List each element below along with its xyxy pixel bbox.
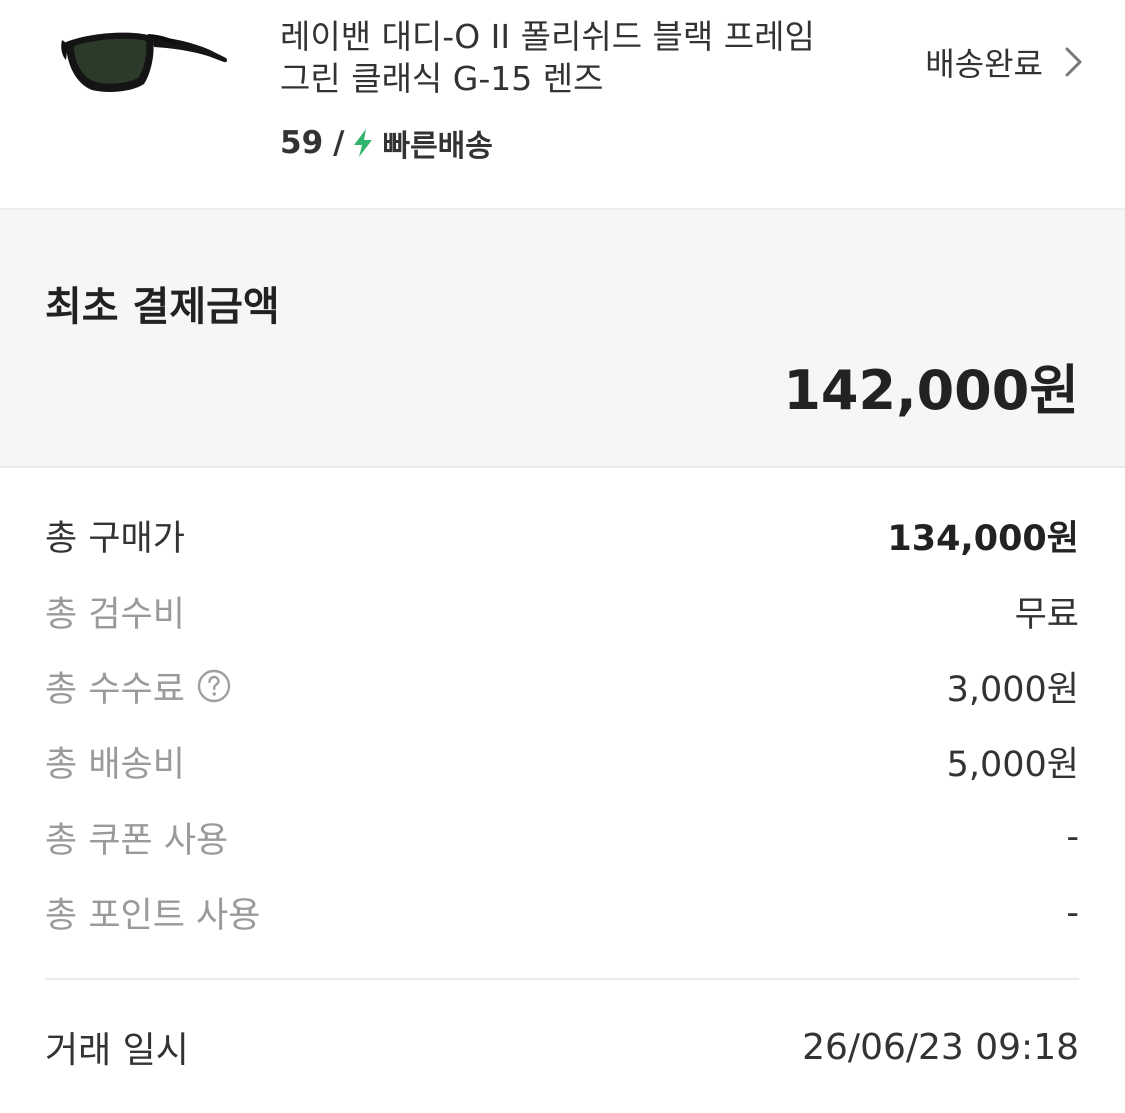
trade-datetime-label: 거래 일시	[45, 1030, 189, 1071]
meta-separator: /	[333, 125, 345, 161]
delivery-status-link[interactable]: 배송완료	[925, 40, 1085, 84]
row-label-wrap: 총 수수료	[45, 661, 231, 712]
section-divider	[45, 978, 1079, 980]
delivery-status-text: 배송완료	[925, 45, 1043, 83]
row-label: 총 포인트 사용	[45, 896, 261, 937]
initial-payment-amount: 142,000원	[783, 359, 1079, 422]
product-image	[61, 32, 228, 92]
initial-payment-section: 최초 결제금액 142,000원	[0, 210, 1125, 468]
row-value: 5,000원	[946, 745, 1079, 786]
row-value: -	[1066, 892, 1079, 933]
trade-datetime-value: 26/06/23 09:18	[802, 1026, 1079, 1068]
row-total-purchase: 총 구매가 134,000원	[45, 498, 1079, 573]
row-points-used: 총 포인트 사용 -	[45, 875, 1079, 950]
lightning-icon	[354, 129, 373, 157]
product-size: 59	[280, 125, 324, 161]
row-value: 134,000원	[887, 519, 1079, 560]
row-shipping-fee: 총 배송비 5,000원	[45, 724, 1079, 799]
product-summary: 레이밴 대디-O II 폴리쉬드 블랙 프레임 그린 클래식 G-15 렌즈 5…	[0, 0, 1125, 210]
question-circle-icon[interactable]	[197, 669, 231, 703]
row-label: 총 검수비	[45, 594, 185, 635]
chevron-right-icon	[1065, 47, 1082, 77]
product-meta: 59 / 빠른배송	[280, 122, 493, 164]
fast-shipping-badge: 빠른배송	[382, 129, 493, 164]
row-inspection-fee: 총 검수비 무료	[45, 573, 1079, 648]
product-title-line1: 레이밴 대디-O II 폴리쉬드 블랙 프레임	[280, 17, 815, 56]
row-value: 3,000원	[946, 669, 1079, 710]
initial-payment-label: 최초 결제금액	[45, 284, 280, 330]
row-value: 무료	[1014, 594, 1079, 635]
product-title[interactable]: 레이밴 대디-O II 폴리쉬드 블랙 프레임 그린 클래식 G-15 렌즈	[280, 16, 850, 100]
row-value: -	[1066, 817, 1079, 858]
row-label: 총 쿠폰 사용	[45, 820, 229, 861]
payment-breakdown: 총 구매가 134,000원 총 검수비 무료 총 수수료 3,000원 총 배…	[45, 498, 1079, 950]
product-title-line2: 그린 클래식 G-15 렌즈	[280, 59, 604, 98]
row-coupon-used: 총 쿠폰 사용 -	[45, 800, 1079, 875]
trade-datetime-row: 거래 일시 26/06/23 09:18	[45, 1018, 1079, 1076]
row-label: 총 배송비	[45, 745, 185, 786]
order-detail-page: 레이밴 대디-O II 폴리쉬드 블랙 프레임 그린 클래식 G-15 렌즈 5…	[0, 0, 1125, 1113]
row-label: 총 구매가	[45, 519, 185, 560]
row-label: 총 수수료	[45, 669, 185, 710]
row-commission-fee: 총 수수료 3,000원	[45, 649, 1079, 724]
